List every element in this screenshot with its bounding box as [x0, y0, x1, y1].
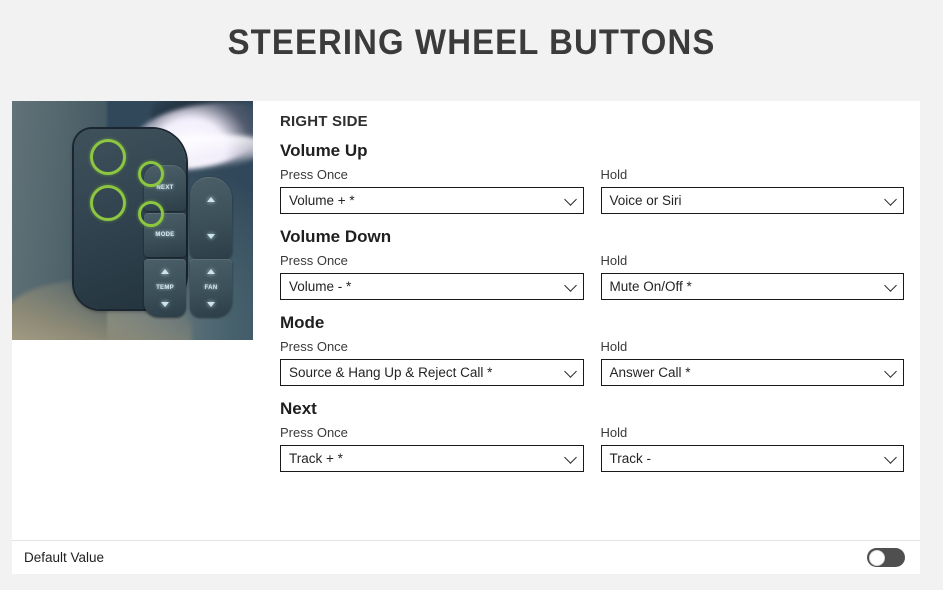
- group-title: Volume Up: [280, 141, 904, 161]
- default-value-toggle[interactable]: [867, 548, 905, 567]
- field-press-once: Press Once Volume + *: [280, 167, 584, 214]
- photo-fan-rocker: FAN: [190, 259, 232, 317]
- select-volume-up-press-once[interactable]: Volume + *: [280, 187, 584, 214]
- select-value: Mute On/Off *: [610, 279, 692, 294]
- field-label-press-once: Press Once: [280, 253, 584, 268]
- field-label-hold: Hold: [601, 339, 905, 354]
- group-volume-down: Volume Down Press Once Volume - * Hold M…: [280, 227, 904, 300]
- field-label-hold: Hold: [601, 167, 905, 182]
- photo-temp-rocker: TEMP: [144, 259, 186, 317]
- field-press-once: Press Once Volume - *: [280, 253, 584, 300]
- photo-volume-rocker: [190, 177, 232, 259]
- chevron-down-icon: [564, 451, 577, 464]
- field-hold: Hold Track -: [601, 425, 905, 472]
- card-body: NEXT MODE TEMP FAN: [12, 101, 920, 540]
- group-fields: Press Once Volume + * Hold Voice or Siri: [280, 167, 904, 214]
- select-volume-up-hold[interactable]: Voice or Siri: [601, 187, 905, 214]
- chevron-down-icon: [884, 365, 897, 378]
- toggle-knob: [869, 550, 885, 566]
- temp-up-arrow-icon: [161, 269, 169, 274]
- chevron-down-icon: [884, 279, 897, 292]
- chevron-down-icon: [884, 193, 897, 206]
- field-press-once: Press Once Track + *: [280, 425, 584, 472]
- group-next: Next Press Once Track + * Hold Track -: [280, 399, 904, 472]
- form-column: RIGHT SIDE Volume Up Press Once Volume +…: [253, 101, 920, 485]
- field-label-press-once: Press Once: [280, 339, 584, 354]
- select-value: Voice or Siri: [610, 193, 682, 208]
- highlight-ring-volume-up: [138, 161, 164, 187]
- select-value: Volume - *: [289, 279, 351, 294]
- select-value: Source & Hang Up & Reject Call *: [289, 365, 492, 380]
- default-value-label: Default Value: [24, 550, 104, 565]
- select-mode-hold[interactable]: Answer Call *: [601, 359, 905, 386]
- field-press-once: Press Once Source & Hang Up & Reject Cal…: [280, 339, 584, 386]
- group-volume-up: Volume Up Press Once Volume + * Hold Voi…: [280, 141, 904, 214]
- group-title: Mode: [280, 313, 904, 333]
- photo-column: NEXT MODE TEMP FAN: [12, 101, 253, 540]
- page-title: STEERING WHEEL BUTTONS: [228, 23, 716, 63]
- group-fields: Press Once Source & Hang Up & Reject Cal…: [280, 339, 904, 386]
- photo-temp-label: TEMP: [156, 285, 174, 291]
- fan-up-arrow-icon: [207, 269, 215, 274]
- settings-card: NEXT MODE TEMP FAN: [12, 101, 920, 540]
- select-value: Track + *: [289, 451, 343, 466]
- photo-fan-label: FAN: [205, 285, 218, 291]
- chevron-down-icon: [564, 365, 577, 378]
- section-label-right-side: RIGHT SIDE: [280, 113, 904, 130]
- select-next-press-once[interactable]: Track + *: [280, 445, 584, 472]
- group-mode: Mode Press Once Source & Hang Up & Rejec…: [280, 313, 904, 386]
- group-fields: Press Once Track + * Hold Track -: [280, 425, 904, 472]
- chevron-down-icon: [564, 193, 577, 206]
- select-next-hold[interactable]: Track -: [601, 445, 905, 472]
- field-label-hold: Hold: [601, 253, 905, 268]
- volume-up-arrow-icon: [207, 197, 215, 202]
- group-title: Next: [280, 399, 904, 419]
- group-title: Volume Down: [280, 227, 904, 247]
- steering-wheel-controls-photo: NEXT MODE TEMP FAN: [12, 101, 253, 340]
- chevron-down-icon: [564, 279, 577, 292]
- highlight-ring-next: [90, 139, 126, 175]
- field-label-hold: Hold: [601, 425, 905, 440]
- field-hold: Hold Mute On/Off *: [601, 253, 905, 300]
- group-fields: Press Once Volume - * Hold Mute On/Off *: [280, 253, 904, 300]
- select-value: Volume + *: [289, 193, 355, 208]
- highlight-ring-volume-down: [138, 201, 164, 227]
- temp-down-arrow-icon: [161, 302, 169, 307]
- field-label-press-once: Press Once: [280, 425, 584, 440]
- field-label-press-once: Press Once: [280, 167, 584, 182]
- volume-down-arrow-icon: [207, 234, 215, 239]
- select-volume-down-hold[interactable]: Mute On/Off *: [601, 273, 905, 300]
- fan-down-arrow-icon: [207, 302, 215, 307]
- field-hold: Hold Voice or Siri: [601, 167, 905, 214]
- select-mode-press-once[interactable]: Source & Hang Up & Reject Call *: [280, 359, 584, 386]
- select-value: Answer Call *: [610, 365, 691, 380]
- select-volume-down-press-once[interactable]: Volume - *: [280, 273, 584, 300]
- select-value: Track -: [610, 451, 652, 466]
- highlight-ring-mode: [90, 185, 126, 221]
- chevron-down-icon: [884, 451, 897, 464]
- page-header: STEERING WHEEL BUTTONS: [0, 0, 943, 86]
- field-hold: Hold Answer Call *: [601, 339, 905, 386]
- footer-bar: Default Value: [12, 540, 920, 574]
